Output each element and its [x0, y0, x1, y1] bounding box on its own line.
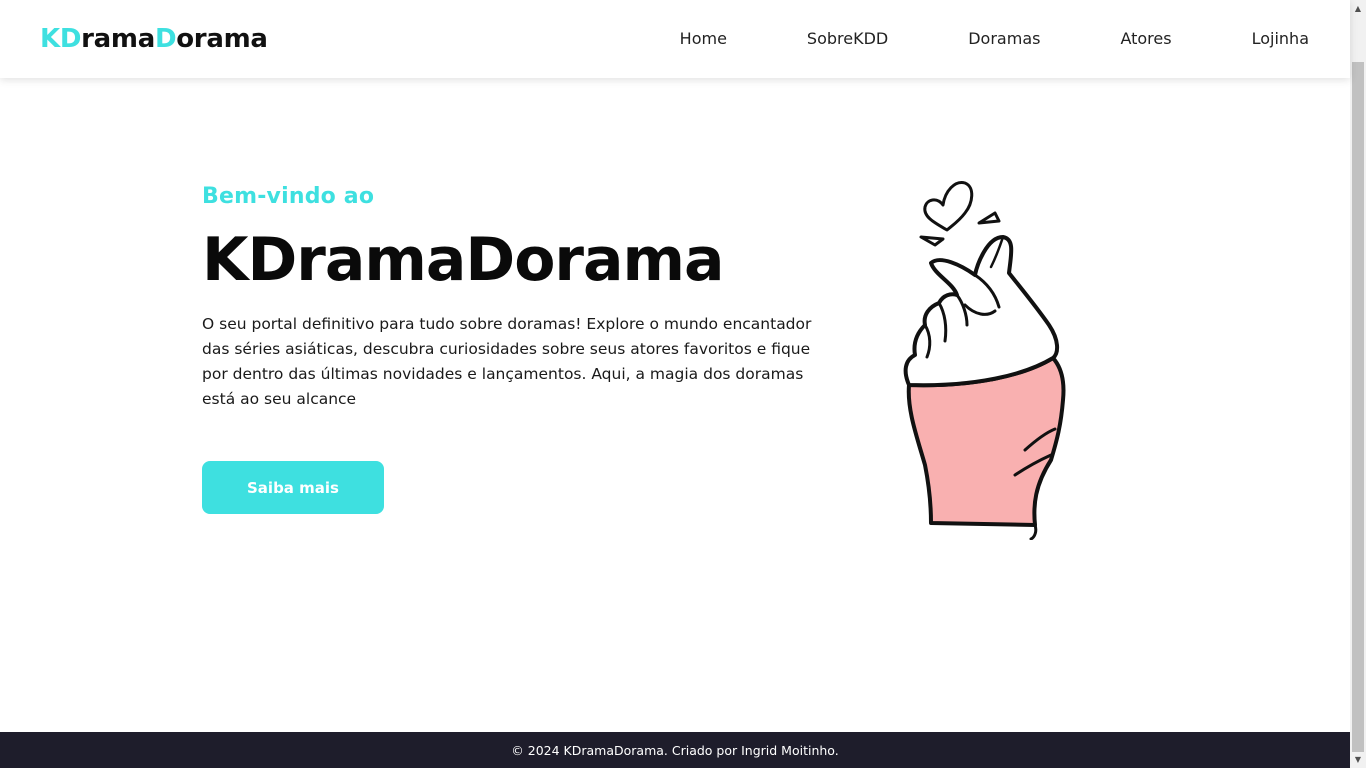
finger-heart-hand-icon: [895, 175, 1075, 541]
nav-lojinha[interactable]: Lojinha: [1252, 28, 1309, 50]
nav-doramas[interactable]: Doramas: [968, 28, 1040, 50]
main-nav: Home SobreKDD Doramas Atores Lojinha: [680, 28, 1309, 50]
footer-copyright: © 2024 KDramaDorama. Criado por Ingrid M…: [511, 742, 839, 758]
footer: © 2024 KDramaDorama. Criado por Ingrid M…: [0, 732, 1350, 768]
scrollbar-thumb[interactable]: [1352, 62, 1364, 752]
logo-orama: orama: [176, 24, 268, 54]
logo-kd: KD: [40, 24, 82, 54]
saiba-mais-button[interactable]: Saiba mais: [202, 461, 384, 514]
hero-section: Bem-vindo ao KDramaDorama O seu portal d…: [202, 182, 842, 412]
nav-atores[interactable]: Atores: [1120, 28, 1171, 50]
nav-home[interactable]: Home: [680, 28, 727, 50]
hero-subtitle: Bem-vindo ao: [202, 184, 375, 209]
site-logo[interactable]: KDramaDorama: [40, 22, 268, 56]
logo-rama: rama: [81, 24, 155, 54]
scroll-up-arrow-icon[interactable]: ▲: [1350, 0, 1366, 17]
page: KDramaDorama Home SobreKDD Doramas Atore…: [0, 0, 1350, 768]
vertical-scrollbar[interactable]: ▲ ▼: [1350, 0, 1366, 768]
navbar: KDramaDorama Home SobreKDD Doramas Atore…: [0, 0, 1350, 78]
nav-sobrekdd[interactable]: SobreKDD: [807, 28, 888, 50]
hero-description: O seu portal definitivo para tudo sobre …: [202, 315, 812, 408]
logo-d: D: [154, 24, 177, 54]
scroll-down-arrow-icon[interactable]: ▼: [1350, 751, 1366, 768]
hero-title: KDramaDorama: [202, 225, 725, 295]
